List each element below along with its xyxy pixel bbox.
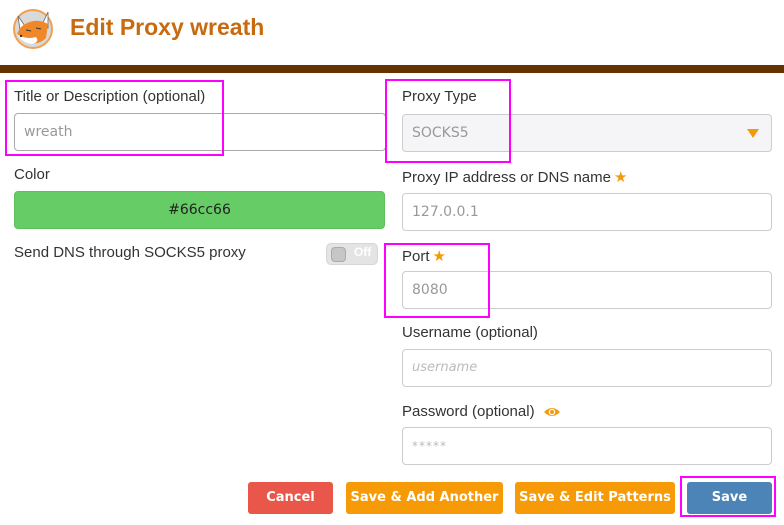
password-label-text: Password (optional) [402, 403, 535, 420]
save-button[interactable]: Save [687, 482, 772, 514]
send-dns-label: Send DNS through SOCKS5 proxy [14, 244, 246, 261]
header: Edit Proxy wreath [0, 0, 784, 64]
proxy-address-label: Proxy IP address or DNS name ★ [402, 168, 627, 186]
foxyproxy-logo-icon [13, 9, 53, 49]
color-label: Color [14, 166, 50, 183]
star-icon: ★ [432, 248, 446, 265]
username-input[interactable]: username [402, 349, 772, 387]
proxy-type-label: Proxy Type [402, 88, 477, 105]
password-label: Password (optional) [402, 403, 561, 420]
password-input[interactable]: ***** [402, 427, 772, 465]
proxy-type-value: SOCKS5 [412, 125, 469, 141]
send-dns-toggle[interactable]: Off [326, 243, 378, 265]
color-picker[interactable]: #66cc66 [14, 191, 385, 229]
title-label: Title or Description (optional) [14, 88, 206, 105]
cancel-button[interactable]: Cancel [248, 482, 333, 514]
username-label: Username (optional) [402, 324, 538, 341]
page-title: Edit Proxy wreath [70, 14, 265, 40]
port-input[interactable]: 8080 [402, 271, 772, 309]
toggle-state-text: Off [354, 245, 372, 259]
eye-icon[interactable] [543, 406, 561, 418]
star-icon: ★ [613, 169, 628, 186]
proxy-type-select[interactable]: SOCKS5 [402, 114, 772, 152]
header-divider [0, 65, 784, 73]
port-label: Port ★ [402, 247, 446, 265]
save-add-another-button[interactable]: Save & Add Another [346, 482, 503, 514]
save-edit-patterns-button[interactable]: Save & Edit Patterns [515, 482, 675, 514]
toggle-knob [331, 247, 346, 262]
proxy-address-input[interactable]: 127.0.0.1 [402, 193, 772, 231]
dropdown-caret-icon [747, 129, 759, 138]
port-label-text: Port [402, 248, 430, 265]
title-input[interactable]: wreath [14, 113, 386, 151]
proxy-address-label-text: Proxy IP address or DNS name [402, 169, 611, 186]
